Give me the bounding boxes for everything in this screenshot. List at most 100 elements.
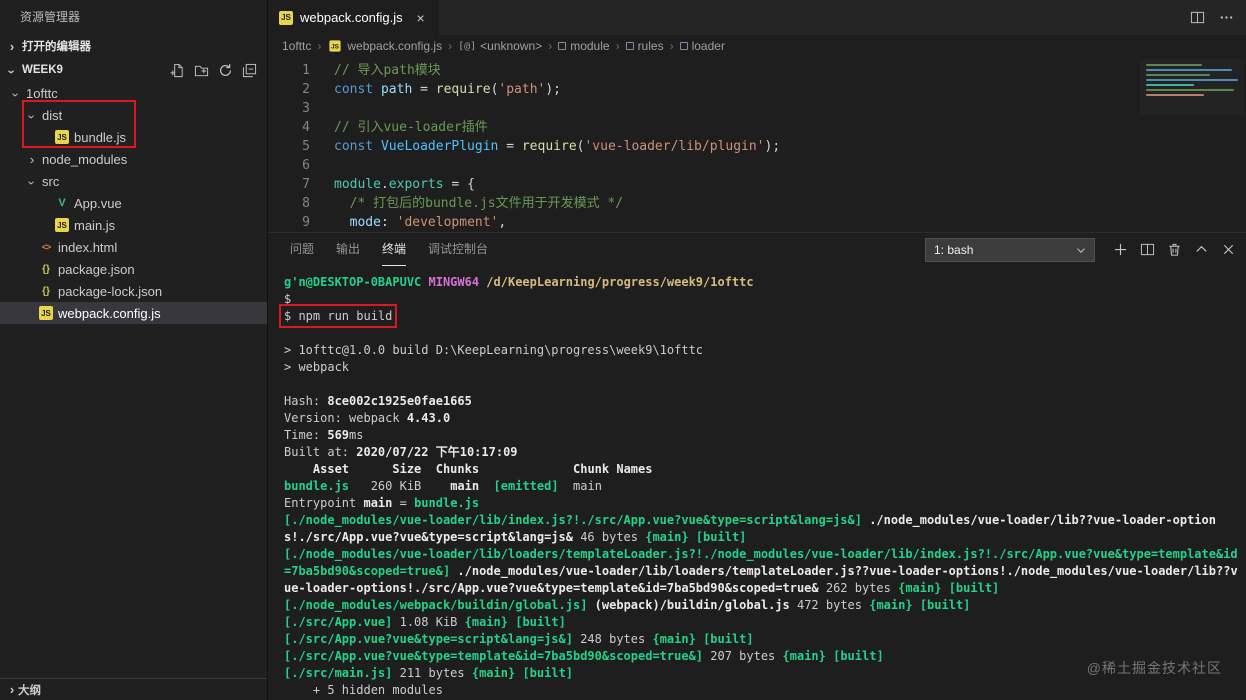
outline-section[interactable]: › 大纲 bbox=[0, 678, 267, 700]
breadcrumb-separator-icon: › bbox=[317, 39, 322, 53]
code-editor[interactable]: 1 // 导入path模块 2 const path = require('path'… bbox=[268, 57, 1246, 232]
watermark: @稀土掘金技术社区 bbox=[1086, 660, 1222, 676]
breadcrumb-item-5[interactable]: loader bbox=[679, 39, 725, 53]
explorer-title: 资源管理器 bbox=[20, 10, 81, 24]
minimap-line bbox=[1146, 94, 1204, 96]
terminal-line: Built at: 2020/07/22 下午10:17:09 bbox=[284, 444, 1240, 461]
code-line[interactable]: 2 const path = require('path'); bbox=[268, 80, 1246, 99]
open-editors-header[interactable]: › 打开的编辑器 bbox=[0, 34, 267, 58]
tree-item-main-js[interactable]: JS main.js bbox=[0, 214, 267, 236]
code-token: module bbox=[334, 177, 381, 192]
code-line[interactable]: 6 bbox=[268, 156, 1246, 175]
terminal-text: > 1ofttc@1.0.0 build D:\KeepLearning\pro… bbox=[284, 343, 704, 357]
new-terminal-icon[interactable] bbox=[1113, 242, 1128, 257]
breadcrumb-item-0[interactable]: 1ofttc bbox=[282, 39, 311, 53]
tree-item-webpack-config-js[interactable]: JS webpack.config.js bbox=[0, 302, 267, 324]
tree-item-dist[interactable]: › dist bbox=[0, 104, 267, 126]
tree-item-package-json[interactable]: {} package.json bbox=[0, 258, 267, 280]
terminal-line: $ bbox=[284, 291, 1240, 308]
workspace-header[interactable]: › WEEK9 bbox=[0, 58, 267, 82]
tree-item-node-modules[interactable]: › node_modules bbox=[0, 148, 267, 170]
tree-item-1ofttc[interactable]: › 1ofttc bbox=[0, 82, 267, 104]
editor-actions bbox=[1190, 0, 1234, 35]
breadcrumb-label: module bbox=[570, 39, 610, 53]
breadcrumb-item-2[interactable]: [@] <unknown> bbox=[458, 39, 542, 53]
tree-item-label: webpack.config.js bbox=[58, 305, 161, 321]
chevron-right-icon: › bbox=[9, 38, 15, 54]
terminal-line: Hash: 8ce002c1925e0fae1665 bbox=[284, 393, 1240, 410]
terminal-text: Time: bbox=[284, 428, 328, 442]
terminal-text: 248 bytes bbox=[572, 632, 653, 646]
kill-terminal-icon[interactable] bbox=[1167, 242, 1182, 257]
terminal-text: (webpack)/buildin/global.js bbox=[594, 598, 790, 612]
terminal-text: /d/KeepLearning/progress/week9/1ofttc bbox=[486, 275, 754, 289]
code-line[interactable]: 4 // 引入vue-loader插件 bbox=[268, 118, 1246, 137]
symbol-icon bbox=[558, 42, 567, 50]
split-editor-icon[interactable] bbox=[1190, 10, 1205, 25]
code-line[interactable]: 3 bbox=[268, 99, 1246, 118]
split-terminal-icon[interactable] bbox=[1140, 242, 1155, 257]
breadcrumb-separator-icon: › bbox=[448, 39, 453, 53]
panel-tab-output[interactable]: 输出 bbox=[336, 233, 360, 266]
tree-item-app-vue[interactable]: V App.vue bbox=[0, 192, 267, 214]
tab-webpack-config-js[interactable]: JS webpack.config.js × bbox=[268, 0, 440, 35]
tree-item-src[interactable]: › src bbox=[0, 170, 267, 192]
terminal-output[interactable]: g'n@DESKTOP-0BAPUVC MINGW64 /d/KeepLearn… bbox=[268, 266, 1246, 700]
terminal-text: [built] bbox=[703, 632, 754, 646]
tree-item-package-lock-json[interactable]: {} package-lock.json bbox=[0, 280, 267, 302]
js-file-icon: JS bbox=[329, 40, 341, 52]
terminal-text: = bbox=[392, 496, 415, 510]
maximize-panel-icon[interactable] bbox=[1194, 242, 1209, 257]
tree-item-bundle-js[interactable]: JS bundle.js bbox=[0, 126, 267, 148]
panel-actions: 1: bash bbox=[925, 237, 1236, 262]
panel-tab-problems[interactable]: 问题 bbox=[290, 233, 314, 266]
breadcrumb-item-1[interactable]: JS webpack.config.js bbox=[327, 39, 442, 53]
terminal-text: {main} bbox=[652, 632, 696, 646]
new-file-icon[interactable] bbox=[170, 63, 185, 78]
breadcrumb-label: <unknown> bbox=[480, 39, 543, 53]
terminal-line: [./node_modules/vue-loader/lib/index.js?… bbox=[284, 512, 1240, 546]
terminal-shell-selector[interactable]: 1: bash bbox=[925, 237, 1095, 262]
terminal-text: $ npm run build bbox=[284, 309, 393, 323]
code-line[interactable]: 1 // 导入path模块 bbox=[268, 61, 1246, 80]
code-line[interactable]: 7 module.exports = { bbox=[268, 175, 1246, 194]
line-number: 1 bbox=[302, 63, 310, 78]
refresh-icon[interactable] bbox=[218, 63, 233, 78]
breadcrumb-item-3[interactable]: module bbox=[558, 39, 610, 53]
code-text: /* 打包后的bundle.js文件用于开发模式 */ bbox=[334, 194, 623, 213]
js-file-icon: JS bbox=[39, 306, 53, 320]
close-panel-icon[interactable] bbox=[1221, 242, 1236, 257]
code-line[interactable]: 5 const VueLoaderPlugin = require('vue-lo… bbox=[268, 137, 1246, 156]
terminal-line: [./node_modules/webpack/buildin/global.j… bbox=[284, 597, 1240, 614]
terminal-text: + 5 hidden modules bbox=[284, 683, 443, 697]
terminal-text: [emitted] bbox=[493, 479, 559, 493]
breadcrumb-item-4[interactable]: rules bbox=[625, 39, 664, 53]
terminal-text: 472 bytes bbox=[789, 598, 870, 612]
code-token: : bbox=[380, 215, 397, 230]
code-line[interactable]: 8 /* 打包后的bundle.js文件用于开发模式 */ bbox=[268, 194, 1246, 213]
collapse-all-icon[interactable] bbox=[242, 63, 257, 78]
terminal-line: g'n@DESKTOP-0BAPUVC MINGW64 /d/KeepLearn… bbox=[284, 274, 1240, 291]
terminal-text: 46 bytes bbox=[572, 530, 646, 544]
panel-tab-terminal[interactable]: 终端 bbox=[382, 233, 407, 266]
breadcrumb: 1ofttc › JS webpack.config.js › [@] <unknown> ›… bbox=[268, 35, 1246, 57]
terminal-text: 2020/07/22 下午10:17:09 bbox=[356, 445, 518, 459]
panel-tab-debug-console[interactable]: 调试控制台 bbox=[428, 233, 488, 266]
more-actions-icon[interactable] bbox=[1219, 10, 1234, 25]
terminal-text: [./src/App.vue?vue&type=template&id=7ba5… bbox=[284, 649, 704, 663]
close-icon[interactable]: × bbox=[413, 10, 429, 26]
terminal-text: [built] bbox=[515, 615, 566, 629]
code-token: /* 打包后的bundle.js文件用于开发模式 */ bbox=[334, 196, 624, 211]
code-token: require bbox=[521, 139, 577, 154]
tree-item-label: src bbox=[42, 173, 60, 189]
terminal-text: bundle.js bbox=[284, 479, 350, 493]
code-line[interactable]: 9 mode: 'development', bbox=[268, 213, 1246, 232]
minimap[interactable] bbox=[1140, 59, 1244, 115]
code-token: VueLoaderPlugin bbox=[380, 139, 499, 154]
tree-item-index-html[interactable]: <> index.html bbox=[0, 236, 267, 258]
code-token: const bbox=[334, 139, 381, 154]
terminal-line: $ npm run build bbox=[278, 304, 1240, 328]
new-folder-icon[interactable] bbox=[194, 63, 209, 78]
